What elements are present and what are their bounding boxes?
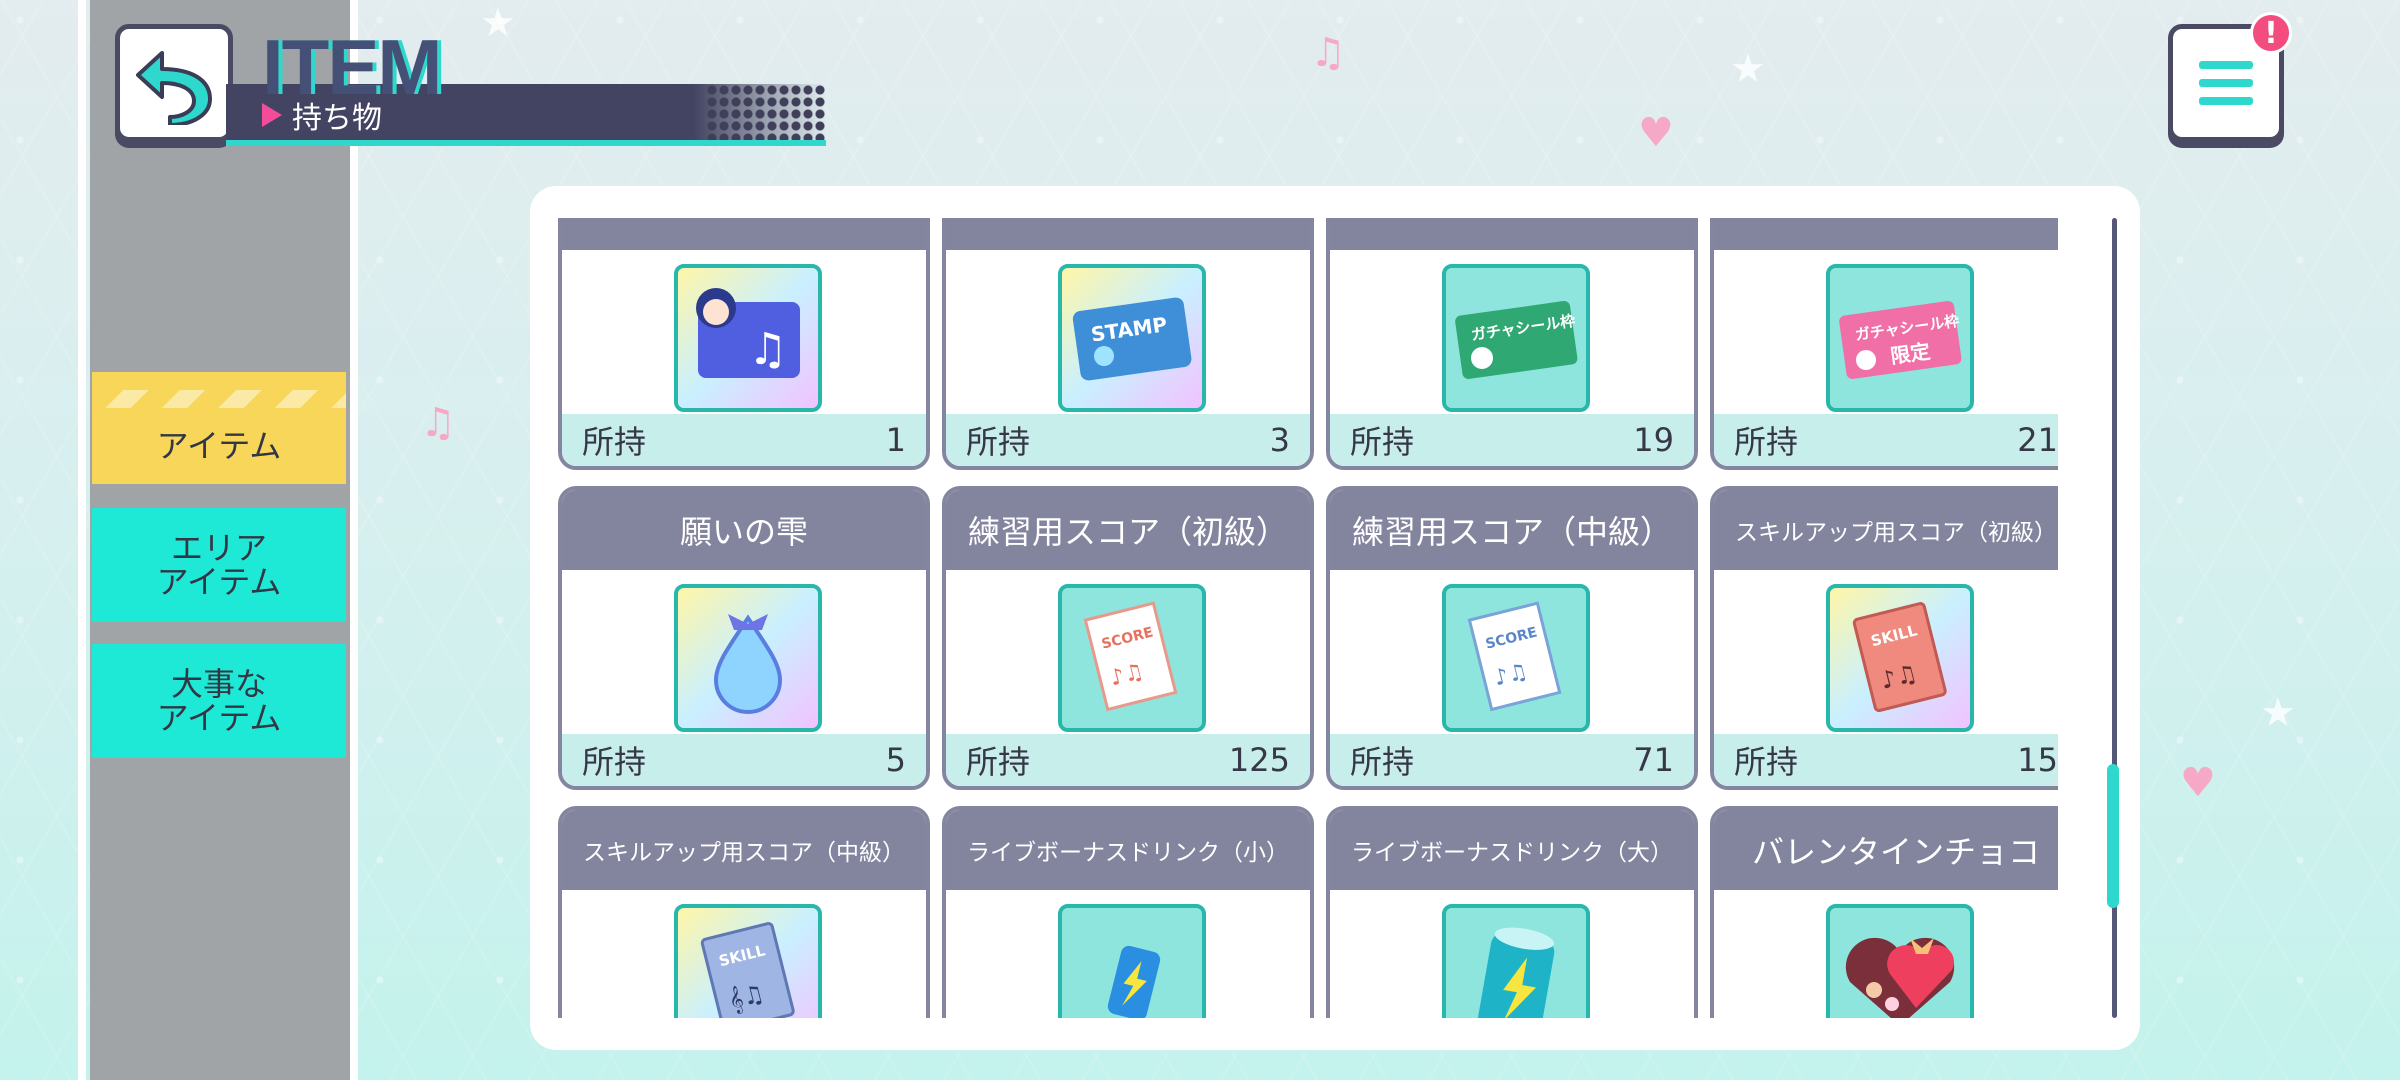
item-card[interactable]: バレンタインチョコ 所持 — [1710, 806, 2058, 1018]
page-subtitle: 持ち物 — [262, 93, 382, 137]
rail-line-right — [350, 0, 358, 1080]
item-count: 3 — [1269, 421, 1290, 459]
item-card[interactable]: スキルアップ用スコア（中級） SKILL 𝄞♫ 所持 — [558, 806, 930, 1018]
item-count: 71 — [1633, 741, 1674, 779]
practice-score-icon: SCORE ♪♫ — [1058, 584, 1206, 732]
owned-label: 所持 — [582, 743, 647, 781]
item-count-row: 所持 3 — [946, 414, 1310, 466]
drink-can-small-icon — [1058, 904, 1206, 1018]
item-card[interactable]: ライブボーナスドリンク（大） 所持 — [1326, 806, 1698, 1018]
star-deco-icon: ★ — [480, 0, 516, 46]
stamp-ticket-icon: STAMP — [1058, 264, 1206, 412]
item-name — [562, 218, 926, 250]
item-card[interactable]: ♫ 所持 1 — [558, 218, 930, 470]
drink-can-large-icon — [1442, 904, 1590, 1018]
music-note-deco-icon: ♫ — [1310, 30, 1346, 76]
item-card[interactable]: 練習用スコア（中級） SCORE ♪♫ 所持 71 — [1326, 486, 1698, 790]
item-count-row: 所持 71 — [1330, 734, 1694, 786]
item-name: スキルアップ用スコア（中級） — [562, 810, 926, 890]
heart-deco-icon: ♥ — [1638, 110, 1674, 156]
music-note-deco-icon: ♫ — [420, 400, 456, 446]
gacha-sticker-frame-icon: ガチャシール枠 — [1442, 264, 1590, 412]
tab-important-items-label: 大事な アイテム — [156, 665, 282, 737]
svg-text:♫: ♫ — [748, 324, 787, 375]
item-name: 願いの雫 — [562, 490, 926, 570]
item-count: 21 — [2017, 421, 2058, 459]
back-arrow-icon — [136, 51, 212, 125]
item-count-row: 所持 125 — [946, 734, 1310, 786]
owned-label: 所持 — [582, 423, 647, 461]
owned-label: 所持 — [966, 423, 1031, 461]
item-count: 125 — [1228, 741, 1290, 779]
hamburger-bar — [2199, 97, 2253, 105]
item-count: 19 — [1633, 421, 1674, 459]
hamburger-bar — [2199, 79, 2253, 87]
owned-label: 所持 — [1350, 743, 1415, 781]
notification-badge: ! — [2250, 12, 2292, 54]
item-name — [1330, 218, 1694, 250]
item-count: 5 — [885, 741, 906, 779]
item-name: バレンタインチョコ — [1714, 810, 2058, 890]
tab-important-items[interactable]: 大事な アイテム — [92, 644, 346, 758]
tab-items-label: アイテム — [156, 427, 282, 465]
item-name: ライブボーナスドリンク（小） — [946, 810, 1310, 890]
star-deco-icon: ★ — [2260, 690, 2296, 736]
practice-score-icon: SCORE ♪♫ — [1442, 584, 1590, 732]
item-count-row: 所持 5 — [562, 734, 926, 786]
owned-label: 所持 — [1350, 423, 1415, 461]
page-subtitle-text: 持ち物 — [292, 101, 382, 136]
item-card[interactable]: スキルアップ用スコア（初級） SKILL ♪♫ 所持 15 — [1710, 486, 2058, 790]
tab-items[interactable]: アイテム — [92, 372, 346, 484]
item-name: 練習用スコア（中級） — [1330, 490, 1694, 570]
skill-score-icon: SKILL 𝄞♫ — [674, 904, 822, 1018]
back-button[interactable] — [115, 24, 233, 142]
valentine-chocolate-icon — [1826, 904, 1974, 1018]
item-card[interactable]: 願いの雫 所持 5 — [558, 486, 930, 790]
item-count: 15 — [2017, 741, 2058, 779]
tab-area-items[interactable]: エリア アイテム — [92, 508, 346, 622]
items-panel: ♫ 所持 1 STAMP 所持 3 ガチャシール枠 所持 19 ガチャシール枠 … — [530, 186, 2140, 1050]
play-triangle-icon — [262, 103, 282, 127]
owned-label: 所持 — [966, 743, 1031, 781]
item-name: 練習用スコア（初級） — [946, 490, 1310, 570]
item-name: スキルアップ用スコア（初級） — [1714, 490, 2058, 570]
scrollbar-thumb[interactable] — [2107, 764, 2119, 908]
star-deco-icon: ★ — [1730, 46, 1766, 92]
owned-label: 所持 — [1734, 423, 1799, 461]
gacha-sticker-frame-limited-icon: ガチャシール枠 限定 — [1826, 264, 1974, 412]
skill-score-icon: SKILL ♪♫ — [1826, 584, 1974, 732]
item-card[interactable]: ガチャシール枠 限定 所持 21 — [1710, 218, 2058, 470]
heart-deco-icon: ♥ — [2180, 760, 2216, 806]
tab-area-items-label: エリア アイテム — [156, 529, 282, 601]
item-card[interactable]: ライブボーナスドリンク（小） 所持 — [942, 806, 1314, 1018]
item-count-row: 所持 19 — [1330, 414, 1694, 466]
character-music-card-icon: ♫ — [674, 264, 822, 412]
owned-label: 所持 — [1734, 743, 1799, 781]
item-count: 1 — [885, 421, 906, 459]
rail-line-left — [78, 0, 86, 1080]
wish-drop-icon — [674, 584, 822, 732]
item-card[interactable]: ガチャシール枠 所持 19 — [1326, 218, 1698, 470]
item-name — [1714, 218, 2058, 250]
item-card[interactable]: STAMP 所持 3 — [942, 218, 1314, 470]
items-grid-viewport[interactable]: ♫ 所持 1 STAMP 所持 3 ガチャシール枠 所持 19 ガチャシール枠 … — [558, 218, 2058, 1018]
item-count-row: 所持 1 — [562, 414, 926, 466]
item-count-row: 所持 15 — [1714, 734, 2058, 786]
item-card[interactable]: 練習用スコア（初級） SCORE ♪♫ 所持 125 — [942, 486, 1314, 790]
item-name: ライブボーナスドリンク（大） — [1330, 810, 1694, 890]
hamburger-icon — [2199, 61, 2253, 69]
item-name — [946, 218, 1310, 250]
item-count-row: 所持 21 — [1714, 414, 2058, 466]
